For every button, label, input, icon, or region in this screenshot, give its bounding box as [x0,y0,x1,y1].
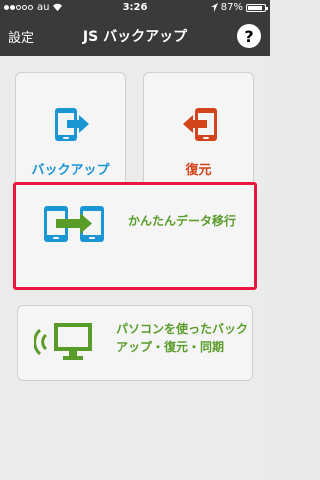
navigation-bar: 設定 JS バックアップ ? [0,16,270,56]
battery-percent: 87% [220,2,243,13]
pc-sync-label-line2: アップ・復元・同期 [116,340,225,354]
pc-wireless-icon [34,323,92,360]
pc-sync-label-line1: パソコンを使ったバック [116,322,249,336]
status-bar: au 3:26 87% [0,0,270,16]
status-right: 87% [210,2,268,13]
phone-transfer-icon [44,206,104,242]
data-transfer-button[interactable]: かんたんデータ移行 [13,182,257,290]
pc-sync-button[interactable]: パソコンを使ったバック アップ・復元・同期 [17,305,253,381]
battery-icon [246,3,268,12]
restore-label: 復元 [185,163,212,178]
phone-import-icon [183,108,217,141]
phone-export-icon [55,108,89,141]
pc-sync-label: パソコンを使ったバック アップ・復元・同期 [116,320,248,356]
help-icon: ? [244,26,254,46]
backup-label: バックアップ [31,163,110,178]
location-arrow-icon [210,3,218,12]
data-transfer-label: かんたんデータ移行 [128,214,237,228]
help-button[interactable]: ? [237,24,261,48]
restore-button[interactable]: 復元 [143,72,254,199]
backup-button[interactable]: バックアップ [15,72,126,199]
battery-level-fill [248,5,262,10]
page-title: JS バックアップ [82,29,188,45]
app-screen: au 3:26 87% 設定 JS バックアップ ? バックアップ 復元 かんた… [0,0,270,480]
